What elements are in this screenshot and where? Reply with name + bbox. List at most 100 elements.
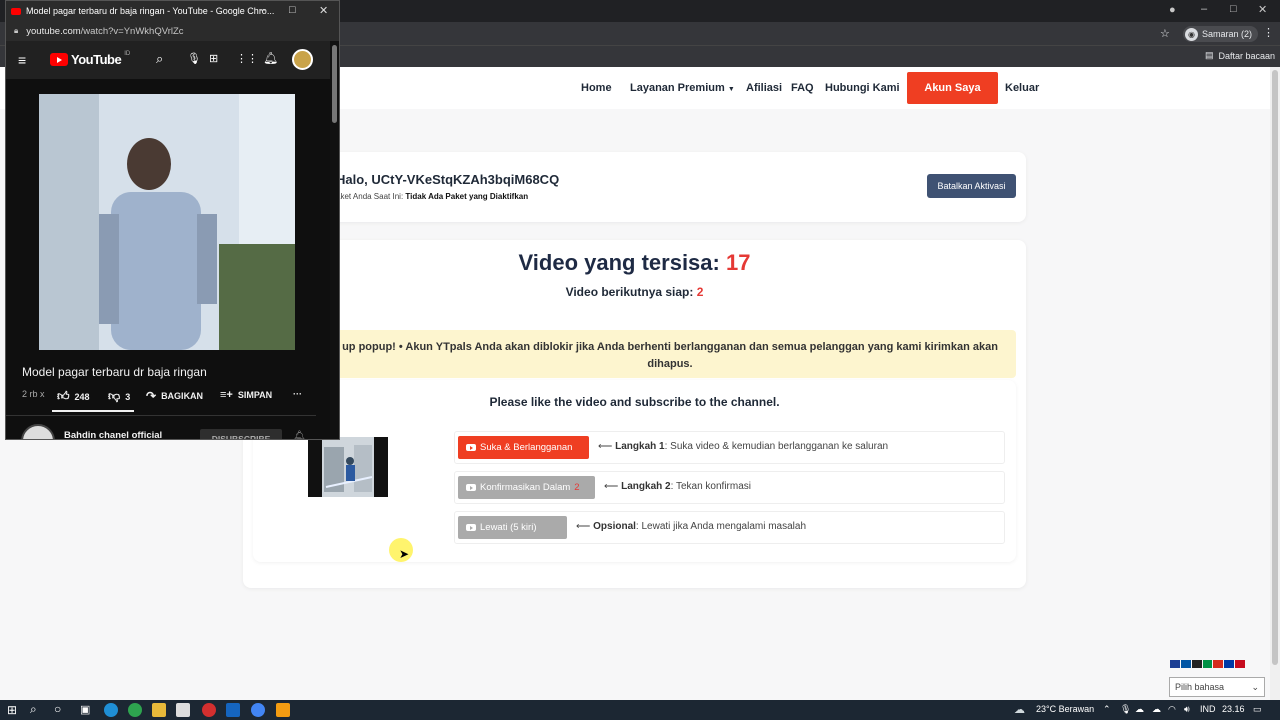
notification-bell-icon[interactable]: 🔔︎ (293, 431, 306, 439)
popup-close-button[interactable]: ✕ (319, 4, 328, 17)
instruction-text: Please like the video and subscribe to t… (489, 395, 780, 409)
search-icon[interactable]: ⌕ (156, 51, 163, 67)
account-avatar[interactable] (292, 49, 313, 70)
share-button[interactable]: ↷ BAGIKAN (146, 389, 203, 403)
browser-menu-icon[interactable]: ⋮ (1263, 26, 1274, 39)
popup-address-bar[interactable]: 🔒︎ youtube.com/watch?v=YnWkhQVrlZc (6, 21, 339, 41)
flag-ru-icon[interactable] (1224, 660, 1235, 668)
dislike-button[interactable]: 👎︎ 3 (108, 389, 130, 404)
step-3-text: ⟵ Opsional: Lewati jika Anda mengalami m… (576, 521, 806, 532)
file-explorer-icon[interactable] (152, 703, 166, 717)
confirm-button[interactable]: Konfirmasikan Dalam 2 (458, 476, 595, 499)
flag-fr-icon[interactable] (1180, 660, 1191, 668)
arrow-left-icon: ⟵ (604, 481, 619, 492)
task-view-icon[interactable]: ▣ (80, 703, 90, 716)
akun-saya-button[interactable]: Akun Saya (907, 72, 998, 104)
windows-start-icon[interactable]: ⊞ (7, 703, 17, 717)
reading-list-label: Daftar bacaan (1218, 50, 1276, 61)
bookmark-star-icon[interactable]: ☆ (1160, 27, 1170, 40)
app-green-icon[interactable] (128, 703, 142, 717)
channel-avatar[interactable] (21, 424, 55, 439)
tray-language[interactable]: IND (1200, 704, 1216, 714)
step-3-desc: : Lewati jika Anda mengalami masalah (635, 521, 807, 532)
lock-icon: 🔒︎ (14, 26, 19, 35)
like-subscribe-button[interactable]: Suka & Berlangganan (458, 436, 589, 459)
popup-window-title: Model pagar terbaru dr baja ringan - You… (26, 6, 275, 16)
microphone-icon[interactable]: 🎙︎ (187, 52, 201, 65)
page-scrollbar-thumb[interactable] (1272, 70, 1278, 665)
youtube-icon (466, 444, 476, 451)
profile-label: Samaran (2) (1202, 29, 1253, 39)
step-1-label: Langkah 1 (615, 441, 665, 452)
tray-volume-icon[interactable]: 🔊︎ (1184, 704, 1190, 715)
more-actions-button[interactable]: ··· (293, 389, 302, 399)
profile-button[interactable]: ◉ Samaran (2) (1183, 26, 1259, 42)
youtube-region: ID (124, 50, 131, 57)
youtube-video-player[interactable] (39, 94, 295, 350)
main-minimize-button[interactable]: – (1201, 3, 1207, 15)
recorder-icon[interactable] (202, 703, 216, 717)
weather-cloud-icon[interactable]: ☁ (1014, 703, 1025, 716)
reading-list-icon: ▤ (1205, 50, 1214, 60)
like-subscribe-label: Suka & Berlangganan (480, 442, 573, 453)
create-video-icon[interactable]: ⊞ (209, 52, 218, 65)
subscribe-button[interactable]: DISUBSCRIBE (200, 429, 282, 439)
confirm-label: Konfirmasikan Dalam (480, 482, 571, 493)
taskbar-search-icon[interactable]: ⌕ (30, 702, 37, 717)
dislike-count: 3 (125, 391, 131, 402)
tray-chevron-icon[interactable]: ⌃ (1103, 704, 1111, 715)
reading-list-button[interactable]: ▤ Daftar bacaan (1205, 50, 1275, 61)
skip-button[interactable]: Lewati (5 kiri) (458, 516, 567, 539)
step-2-text: ⟵ Langkah 2: Tekan konfirmasi (604, 481, 751, 492)
main-maximize-button[interactable]: □ (1230, 3, 1237, 15)
language-select[interactable]: Pilih bahasa ⌄ (1169, 677, 1265, 697)
popup-minimize-button[interactable]: – (260, 4, 266, 16)
chrome-icon[interactable] (251, 703, 265, 717)
nav-afiliasi[interactable]: Afiliasi (746, 82, 782, 94)
weather-text[interactable]: 23°C Berawan (1036, 704, 1094, 714)
tray-wifi-icon[interactable]: ◠ (1168, 704, 1176, 715)
tray-clock[interactable]: 23.16 (1222, 704, 1245, 714)
edge-icon[interactable] (104, 703, 118, 717)
nav-home[interactable]: Home (581, 82, 612, 94)
popup-maximize-button[interactable]: □ (289, 4, 296, 16)
flag-es-icon[interactable] (1235, 660, 1246, 668)
youtube-logo[interactable]: YouTube ID (50, 50, 131, 67)
store-icon[interactable] (176, 703, 190, 717)
nav-keluar[interactable]: Keluar (1005, 82, 1039, 94)
video-thumbnail[interactable] (308, 437, 388, 497)
step-1-text: ⟵ Langkah 1: Suka video & kemudian berla… (598, 441, 888, 452)
next-label: Video berikutnya siap: (565, 285, 694, 299)
tray-mic-icon[interactable]: 🎙︎ (1120, 704, 1131, 715)
language-flags[interactable] (1170, 660, 1246, 668)
hamburger-menu-icon[interactable]: ≡ (18, 52, 26, 68)
skip-label: Lewati (5 kiri) (480, 522, 537, 533)
flag-it-icon[interactable] (1202, 660, 1213, 668)
save-button[interactable]: ≡+ SIMPAN (220, 389, 272, 401)
url-host: youtube.com (26, 25, 81, 37)
caret-down-icon: ▼ (727, 86, 735, 93)
channel-name[interactable]: Bahdin chanel official (64, 430, 162, 439)
nav-hubungi-kami[interactable]: Hubungi Kami (825, 82, 900, 94)
flag-pt-icon[interactable] (1213, 660, 1224, 668)
remaining-videos: Video yang tersisa: 17 (243, 250, 1026, 276)
nav-layanan-premium[interactable]: Layanan Premium ▼ (630, 82, 735, 94)
cancel-activation-button[interactable]: Batalkan Aktivasi (927, 174, 1016, 198)
popup-scrollbar-thumb[interactable] (332, 45, 337, 123)
main-close-button[interactable]: ✕ (1258, 3, 1267, 16)
notifications-bell-icon[interactable]: 🔔︎ (263, 51, 278, 65)
app-orange-icon[interactable] (276, 703, 290, 717)
app-blue-icon[interactable] (226, 703, 240, 717)
flag-en-icon[interactable] (1170, 660, 1180, 668)
confirm-countdown: 2 (574, 482, 580, 493)
apps-grid-icon[interactable]: ⋮⋮ (236, 52, 258, 65)
cortana-icon[interactable]: ○ (54, 702, 61, 716)
tray-network-icon[interactable]: ☁ (1135, 704, 1144, 715)
like-button[interactable]: 👍︎ 248 (57, 389, 90, 404)
nav-faq[interactable]: FAQ (791, 82, 814, 94)
share-arrow-icon: ↷ (146, 389, 157, 403)
action-center-icon[interactable]: ▭ (1253, 704, 1262, 715)
tray-onedrive-icon[interactable]: ☁ (1152, 704, 1161, 715)
flag-de-icon[interactable] (1191, 660, 1202, 668)
main-browser-record-icon[interactable]: ● (1169, 4, 1176, 16)
